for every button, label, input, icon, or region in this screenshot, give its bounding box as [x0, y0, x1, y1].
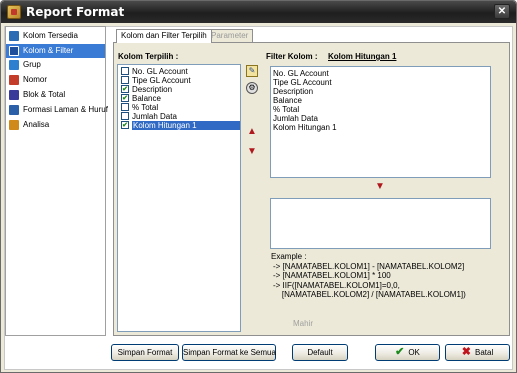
list-item[interactable]: Balance [273, 96, 302, 105]
example-title: Example : [271, 252, 307, 261]
ok-label: OK [408, 348, 420, 357]
checkbox[interactable] [121, 103, 129, 111]
list-item[interactable]: No. GL Account [273, 69, 329, 78]
group-icon [9, 60, 19, 70]
settings-gear-icon[interactable]: ⚙ [246, 82, 258, 94]
cancel-icon: ✖ [461, 346, 471, 358]
example-line: -> [NAMATABEL.KOLOM1] * 100 [273, 271, 391, 281]
sidebar-item-label: Blok & Total [23, 90, 66, 99]
window-title: Report Format [26, 5, 125, 19]
checkbox[interactable] [121, 112, 129, 120]
table-icon [9, 31, 19, 41]
default-button[interactable]: Default [292, 344, 348, 361]
list-item[interactable]: No. GL Account [118, 67, 240, 76]
cancel-button[interactable]: ✖ Batal [445, 344, 510, 361]
list-item[interactable]: Jumlah Data [273, 114, 318, 123]
insert-down-icon[interactable]: ▼ [375, 182, 385, 192]
close-button[interactable]: ✕ [494, 4, 510, 19]
sidebar-item-grup[interactable]: Grup [6, 58, 105, 72]
sidebar-item-label: Formasi Laman & Huruf [23, 105, 108, 114]
list-item[interactable]: % Total [273, 105, 299, 114]
page-format-icon [9, 105, 19, 115]
save-format-button[interactable]: Simpan Format [111, 344, 179, 361]
tab-parameter[interactable]: Parameter [206, 29, 254, 42]
sidebar-item-nomor[interactable]: Nomor [6, 73, 105, 87]
check-icon: ✔ [395, 346, 405, 358]
selected-columns-list[interactable]: No. GL Account Tipe GL Account ✔ Descrip… [117, 64, 241, 332]
filter-expression-input[interactable] [270, 198, 491, 249]
list-item[interactable]: ✔ Balance [118, 94, 240, 103]
number-icon [9, 75, 19, 85]
move-down-icon[interactable]: ▼ [247, 147, 257, 157]
cancel-label: Batal [474, 348, 494, 357]
example-text: Example : -> [NAMATABEL.KOLOM1] - [NAMAT… [271, 252, 466, 300]
sidebar-item-blok-total[interactable]: Blok & Total [6, 88, 105, 102]
ok-button[interactable]: ✔ OK [375, 344, 440, 361]
example-line: -> [NAMATABEL.KOLOM1] - [NAMATABEL.KOLOM… [273, 261, 465, 271]
list-item[interactable]: Jumlah Data [118, 112, 240, 121]
selected-columns-label: Kolom Terpilih : [118, 52, 179, 61]
total-icon [9, 90, 19, 100]
sidebar-item-kolom-tersedia[interactable]: Kolom Tersedia [6, 29, 105, 43]
sidebar-item-label: Kolom Tersedia [23, 31, 78, 40]
list-item[interactable]: Kolom Hitungan 1 [273, 123, 337, 132]
tab-kolom-filter[interactable]: Kolom dan Filter Terpilih [116, 29, 212, 43]
sidebar-item-formasi-laman[interactable]: Formasi Laman & Huruf [6, 103, 108, 117]
filter-column-label: Filter Kolom : [266, 52, 318, 61]
list-item[interactable]: % Total [118, 103, 240, 112]
mahir-label: Mahir [293, 319, 314, 328]
checkbox[interactable]: ✔ [121, 94, 129, 102]
list-item[interactable]: Tipe GL Account [273, 78, 332, 87]
checkbox[interactable] [121, 67, 129, 75]
move-up-icon[interactable]: ▲ [247, 127, 257, 137]
sidebar-item-label: Analisa [23, 120, 50, 129]
filter-grid-icon [9, 46, 19, 56]
checkbox[interactable]: ✔ [121, 85, 129, 93]
list-item[interactable]: ✔ Description [118, 85, 240, 94]
list-item[interactable]: Tipe GL Account [118, 76, 240, 85]
checkbox[interactable]: ✔ [121, 121, 129, 129]
sidebar-item-label: Grup [23, 60, 41, 69]
sidebar-item-label: Nomor [23, 75, 48, 84]
list-item-selected[interactable]: ✔ Kolom Hitungan 1 [118, 121, 240, 130]
report-format-window: Report Format ✕ Kolom Tersedia Kolom & F… [0, 0, 517, 373]
filter-column-list[interactable]: No. GL Account Tipe GL Account Descripti… [270, 66, 491, 178]
example-line: [NAMATABEL.KOLOM2] / [NAMATABEL.KOLOM1]) [273, 290, 466, 300]
app-icon [7, 5, 21, 19]
checkbox[interactable] [121, 76, 129, 84]
sidebar-nav: Kolom Tersedia Kolom & Filter Grup Nomor… [5, 26, 108, 336]
sidebar-item-kolom-filter[interactable]: Kolom & Filter [6, 44, 105, 58]
analysis-icon [9, 120, 19, 130]
sidebar-item-analisa[interactable]: Analisa [6, 118, 105, 132]
list-item[interactable]: Description [273, 87, 313, 96]
add-formula-icon[interactable]: ✎ [246, 65, 258, 77]
save-format-all-button[interactable]: Simpan Format ke Semua [182, 344, 276, 361]
sidebar-item-label: Kolom & Filter [23, 46, 74, 55]
filter-column-current: Kolom Hitungan 1 [328, 52, 397, 61]
example-line: -> IIF([NAMATABEL.KOLOM1]=0,0, [273, 280, 400, 290]
title-bar[interactable]: Report Format ✕ [1, 1, 516, 23]
